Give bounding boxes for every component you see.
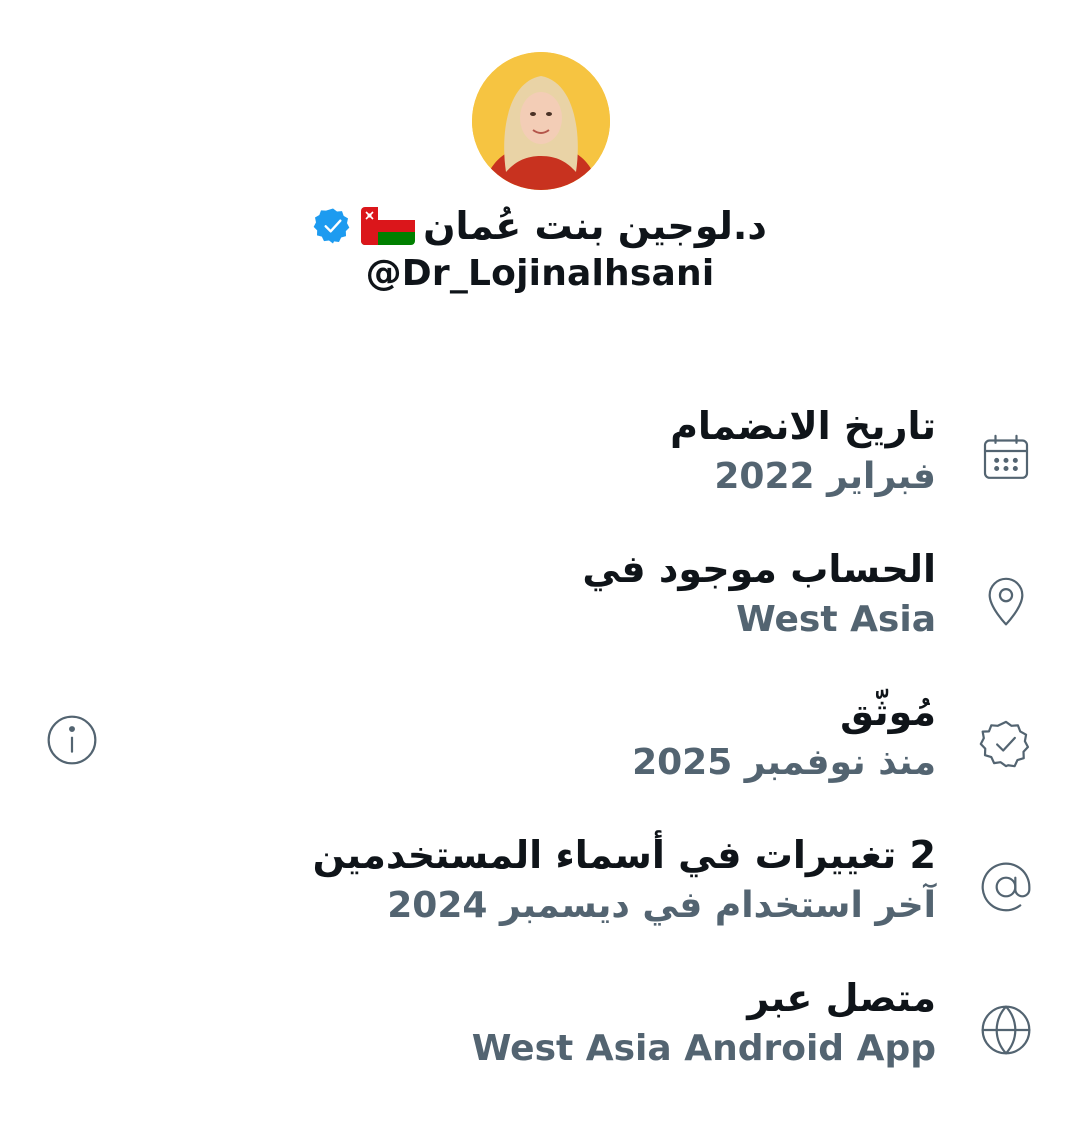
username-changes-title: 2 تغييرات في أسماء المستخدمين [312,833,936,877]
info-text: 2 تغييرات في أسماء المستخدمين آخر استخدا… [313,829,936,931]
verified-badge-icon[interactable] [313,206,353,246]
info-row-verified: مُوثّق منذ نوفمبر 2025 [0,676,1080,819]
avatar[interactable] [472,52,610,190]
display-name: د.لوجين بنت عُمان [423,204,767,248]
verified-value: منذ نوفمبر 2025 [632,742,936,783]
info-text: مُوثّق منذ نوفمبر 2025 [632,686,936,788]
name-row: د.لوجين بنت عُمان [0,196,1080,256]
info-text: تاريخ الانضمام فبراير 2022 [670,400,936,502]
info-row-connected-via: متصل عبر West Asia Android App [0,962,1080,1105]
globe-icon [978,1002,1034,1058]
connected-via-title: متصل عبر [747,976,936,1020]
connected-via-value: West Asia Android App [471,1028,936,1069]
location-pin-icon [978,573,1034,629]
user-handle: @Dr_Lojinalhsani [365,253,715,294]
username-changes-value: آخر استخدام في ديسمبر 2024 [387,885,936,926]
location-title: الحساب موجود في [582,547,936,591]
info-row-join-date: تاريخ الانضمام فبراير 2022 [0,390,1080,533]
join-date-title: تاريخ الانضمام [670,404,936,448]
account-info-list: تاريخ الانضمام فبراير 2022 الحساب موجود … [0,390,1080,1105]
join-date-value: فبراير 2022 [714,456,936,497]
verified-title: مُوثّق [840,690,936,734]
info-icon[interactable] [44,712,100,768]
location-value: West Asia [736,599,936,640]
info-text: الحساب موجود في West Asia [582,543,936,645]
verified-seal-icon [978,716,1034,772]
oman-flag-icon [361,207,416,245]
calendar-icon [978,430,1034,486]
profile-header: د.لوجين بنت عُمان @Dr_Lojinalhsani [0,0,1080,320]
info-text: متصل عبر West Asia Android App [472,972,936,1074]
at-sign-icon [978,859,1034,915]
info-row-username-changes: 2 تغييرات في أسماء المستخدمين آخر استخدا… [0,819,1080,962]
info-row-location: الحساب موجود في West Asia [0,533,1080,676]
